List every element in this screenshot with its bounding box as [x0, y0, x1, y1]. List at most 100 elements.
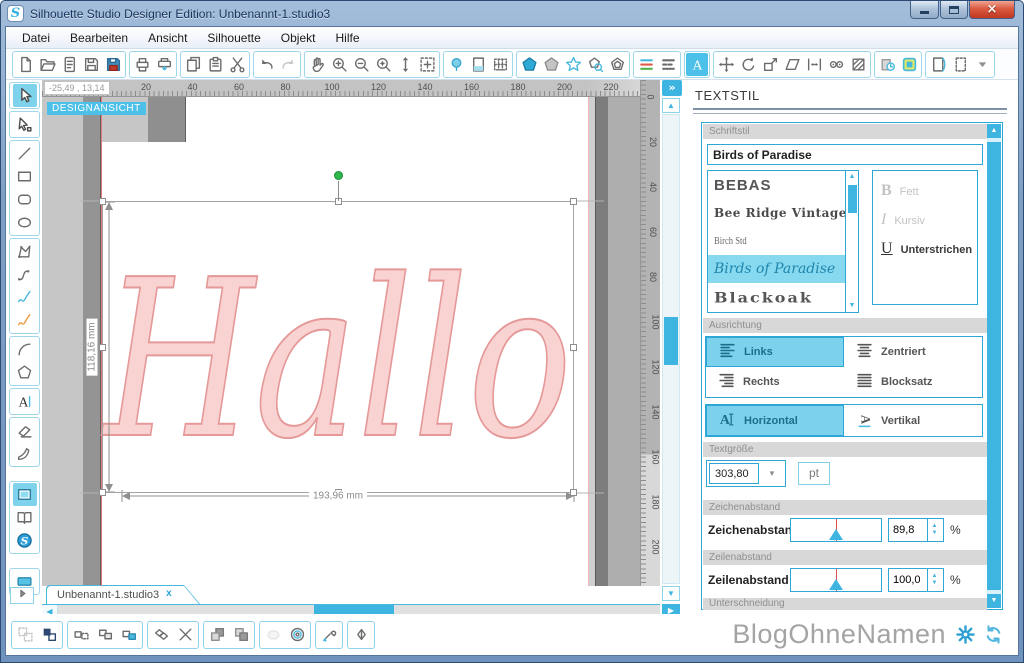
panel-scrollbar-thumb[interactable]	[987, 142, 1001, 590]
blank-page-button[interactable]	[949, 53, 971, 76]
font-list[interactable]: BEBAS Bee Ridge Vintage Birch Std Birds …	[707, 170, 859, 313]
handle-top-right[interactable]	[570, 198, 577, 205]
tab-close-icon[interactable]: x	[166, 588, 172, 599]
edit-points-button[interactable]	[13, 113, 37, 136]
copy-button[interactable]	[182, 53, 204, 76]
regular-polygon-button[interactable]	[13, 361, 37, 384]
settings-gear-button[interactable]	[956, 625, 976, 645]
panel-scroll-up-button[interactable]: ▲	[987, 124, 1001, 138]
library-button[interactable]	[13, 506, 37, 529]
replicate-fill-button[interactable]	[117, 623, 141, 647]
redo-button[interactable]	[277, 53, 299, 76]
menu-bearbeiten[interactable]: Bearbeiten	[60, 28, 138, 48]
panel-scrollbar[interactable]: ▲ ▼	[987, 124, 1001, 608]
close-button[interactable]: ×	[969, 1, 1015, 19]
new-document-button[interactable]	[14, 53, 36, 76]
cut-preview-button[interactable]	[898, 53, 920, 76]
scale-button[interactable]	[759, 53, 781, 76]
ungroup-button[interactable]	[37, 623, 61, 647]
save-to-library-button[interactable]	[102, 53, 124, 76]
fill-pattern-button[interactable]	[562, 53, 584, 76]
fill-color-button[interactable]	[518, 53, 540, 76]
zoom-slider-button[interactable]	[394, 53, 416, 76]
list-scrollbar-thumb[interactable]	[848, 185, 857, 213]
sync-button[interactable]	[984, 625, 1004, 645]
menu-objekt[interactable]: Objekt	[271, 28, 326, 48]
grid-settings-button[interactable]	[489, 53, 511, 76]
line-spacing-slider[interactable]	[790, 568, 882, 592]
line-color-button[interactable]	[635, 53, 657, 76]
smooth-freehand-button[interactable]	[13, 309, 37, 332]
slider-pointer[interactable]	[829, 579, 843, 590]
document-tab[interactable]: Unbenannt-1.studio3 x	[47, 586, 199, 604]
rotate-button[interactable]	[737, 53, 759, 76]
page-settings-button[interactable]	[467, 53, 489, 76]
collapse-panel-button[interactable]: »	[662, 80, 682, 96]
offset-object-button[interactable]	[285, 623, 309, 647]
weld-button[interactable]	[149, 623, 173, 647]
orientation-horizontal-button[interactable]: A Horizontal	[706, 405, 844, 436]
send-to-cutter-button[interactable]	[153, 53, 175, 76]
handle-bottom-right[interactable]	[570, 489, 577, 496]
group-button[interactable]	[13, 623, 37, 647]
spinner-arrows[interactable]: ▲▼	[927, 519, 941, 541]
italic-toggle[interactable]: I Kursiv	[881, 211, 977, 229]
align-center-button[interactable]: Zentriert	[844, 337, 982, 367]
menu-hilfe[interactable]: Hilfe	[325, 28, 369, 48]
horizontal-scrollbar-thumb[interactable]	[314, 605, 394, 614]
font-list-item-selected[interactable]: Birds of Paradise	[708, 255, 858, 283]
align-right-button[interactable]: Rechts	[706, 367, 844, 397]
orientation-vertical-button[interactable]: A Vertikal	[844, 405, 982, 436]
undo-button[interactable]	[255, 53, 277, 76]
font-list-item[interactable]: BEBAS	[708, 171, 858, 199]
print-button[interactable]	[131, 53, 153, 76]
modify-button[interactable]	[847, 53, 869, 76]
char-spacing-slider[interactable]	[790, 518, 882, 542]
library-document-button[interactable]	[58, 53, 80, 76]
cut-job-button[interactable]	[876, 53, 898, 76]
replicate-button[interactable]	[825, 53, 847, 76]
spinner-arrows[interactable]: ▲▼	[927, 569, 941, 591]
shear-button[interactable]	[781, 53, 803, 76]
trace-button[interactable]	[584, 53, 606, 76]
char-spacing-input[interactable]	[889, 519, 927, 541]
panel-scroll-down-button[interactable]: ▼	[987, 594, 1001, 608]
pan-button[interactable]	[306, 53, 328, 76]
delete-button[interactable]	[173, 623, 197, 647]
font-size-input[interactable]	[709, 463, 759, 484]
freehand-button[interactable]	[13, 286, 37, 309]
font-list-item[interactable]: Blackoak	[708, 283, 858, 311]
size-unit-button[interactable]: pt	[798, 462, 830, 485]
scroll-down-button[interactable]: ▼	[662, 586, 680, 601]
font-list-item[interactable]: Bee Ridge Vintage	[708, 199, 858, 227]
line-style-button[interactable]	[657, 53, 679, 76]
text-style-button[interactable]: A	[686, 53, 708, 76]
rotation-handle[interactable]	[334, 171, 343, 180]
design-canvas[interactable]: DESIGNANSICHT Hallo	[42, 97, 640, 586]
list-scroll-down-icon[interactable]: ▼	[849, 300, 856, 312]
align-left-button[interactable]: Links	[706, 337, 844, 367]
minimize-button[interactable]	[910, 1, 939, 19]
vertical-scrollbar[interactable]	[662, 114, 680, 584]
mirror-right-button[interactable]	[93, 623, 117, 647]
send-to-back-button[interactable]	[229, 623, 253, 647]
menu-ansicht[interactable]: Ansicht	[138, 28, 197, 48]
spacing-button[interactable]	[803, 53, 825, 76]
zoom-selection-button[interactable]	[372, 53, 394, 76]
design-view-button[interactable]	[13, 483, 37, 506]
handle-middle-left[interactable]	[99, 344, 106, 351]
handle-top-left[interactable]	[99, 198, 106, 205]
transform-button[interactable]	[715, 53, 737, 76]
bring-to-front-button[interactable]	[205, 623, 229, 647]
offset-button[interactable]	[606, 53, 628, 76]
open-document-button[interactable]	[36, 53, 58, 76]
font-list-scrollbar[interactable]: ▲ ▼	[845, 171, 858, 312]
emboss-button[interactable]	[349, 623, 373, 647]
more-options-button[interactable]	[971, 53, 993, 76]
font-list-item[interactable]: Birch Std	[708, 227, 858, 255]
select-button[interactable]	[13, 84, 37, 107]
menu-silhouette[interactable]: Silhouette	[197, 28, 270, 48]
horizontal-scrollbar[interactable]: ◀	[42, 604, 660, 614]
line-button[interactable]	[13, 142, 37, 165]
draw-curve-button[interactable]	[13, 263, 37, 286]
